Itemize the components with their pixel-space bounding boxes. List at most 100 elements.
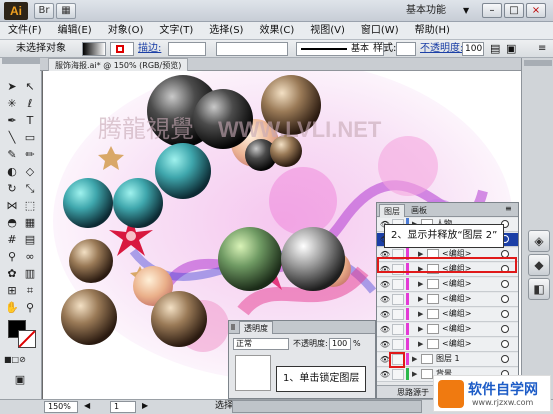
maximize-button[interactable]: □ <box>504 3 524 18</box>
color-mode-icon[interactable]: ■□⊘ <box>4 352 26 367</box>
tab-layers[interactable]: 图层 <box>379 204 405 217</box>
layers-panel-icon[interactable]: ◈ <box>528 230 550 252</box>
width-tool-icon[interactable]: ⋈ <box>4 198 20 213</box>
visibility-eye-icon[interactable]: 👁 <box>379 339 391 350</box>
artboard-number-field[interactable]: 1 <box>110 401 136 413</box>
expand-triangle-icon[interactable]: ▶ <box>418 323 426 335</box>
tab-artboards[interactable]: 画板 <box>407 204 431 217</box>
lock-toggle[interactable] <box>392 294 404 305</box>
document-tab[interactable]: 服饰海报.ai* @ 150% (RGB/预览) <box>48 58 189 71</box>
panel-menu-icon[interactable]: ≡ <box>538 41 546 57</box>
expand-triangle-icon[interactable]: ▶ <box>412 353 420 365</box>
menu-edit[interactable]: 编辑(E) <box>50 22 100 40</box>
blend-tool-icon[interactable]: ∞ <box>22 249 38 264</box>
column-graph-tool-icon[interactable]: ▥ <box>22 266 38 281</box>
layer-row[interactable]: 👁 ▶ <编组> <box>377 338 518 352</box>
lock-toggle[interactable] <box>392 369 404 380</box>
stroke-link[interactable]: 描边: <box>138 41 161 57</box>
transparency-opacity-field[interactable]: 100 <box>329 338 351 350</box>
expand-triangle-icon[interactable]: ▶ <box>412 368 420 380</box>
gradient-tool-icon[interactable]: ▤ <box>22 232 38 247</box>
paintbrush-tool-icon[interactable]: ✎ <box>4 147 20 162</box>
slice-tool-icon[interactable]: ⌗ <box>22 283 38 298</box>
blob-brush-tool-icon[interactable]: ◐ <box>4 164 20 179</box>
opacity-thumbnail[interactable] <box>235 355 271 391</box>
line-tool-icon[interactable]: ╲ <box>4 130 20 145</box>
selection-tool-icon[interactable]: ➤ <box>4 79 20 94</box>
visibility-eye-icon[interactable]: 👁 <box>379 309 391 320</box>
blend-mode-select[interactable]: 正常 <box>233 338 289 350</box>
layer-target-icon[interactable] <box>501 280 509 288</box>
direct-selection-tool-icon[interactable]: ↖ <box>22 79 38 94</box>
mesh-tool-icon[interactable]: # <box>4 232 20 247</box>
menu-select[interactable]: 选择(S) <box>201 22 251 40</box>
first-artboard-icon[interactable]: ◀ <box>84 401 90 410</box>
layer-target-icon[interactable] <box>501 340 509 348</box>
layer-row[interactable]: 👁 ▶ <编组> <box>377 293 518 307</box>
lock-toggle[interactable] <box>392 309 404 320</box>
visibility-eye-icon[interactable]: 👁 <box>379 279 391 290</box>
opacity-link[interactable]: 不透明度: <box>420 41 463 57</box>
menu-window[interactable]: 窗口(W) <box>353 22 407 40</box>
menu-view[interactable]: 视图(V) <box>302 22 353 40</box>
dock-grip[interactable] <box>524 60 552 66</box>
rotate-tool-icon[interactable]: ↻ <box>4 181 20 196</box>
pen-tool-icon[interactable]: ✒ <box>4 113 20 128</box>
visibility-eye-icon[interactable]: 👁 <box>379 324 391 335</box>
stroke-color-icon[interactable] <box>18 330 36 348</box>
stroke-weight-field[interactable] <box>168 42 206 56</box>
graphic-style-swatch[interactable] <box>396 42 416 56</box>
layer-target-icon[interactable] <box>501 355 509 363</box>
menu-file[interactable]: 文件(F) <box>0 22 50 40</box>
menu-help[interactable]: 帮助(H) <box>407 22 458 40</box>
layer-row[interactable]: 👁 ▶ <编组> <box>377 323 518 337</box>
menu-type[interactable]: 文字(T) <box>151 22 201 40</box>
expand-triangle-icon[interactable]: ▶ <box>418 338 426 350</box>
artboard-tool-icon[interactable]: ⊞ <box>4 283 20 298</box>
layer-target-icon[interactable] <box>501 325 509 333</box>
transform-icon[interactable]: ▣ <box>506 41 516 57</box>
horizontal-scrollbar[interactable] <box>232 400 422 413</box>
shape-builder-tool-icon[interactable]: ◓ <box>4 215 20 230</box>
artboards-panel-icon[interactable]: ◆ <box>528 254 550 276</box>
eraser-tool-icon[interactable]: ◇ <box>22 164 38 179</box>
tab-transparency[interactable]: 透明度 <box>239 321 273 334</box>
lock-toggle[interactable] <box>392 279 404 290</box>
expand-triangle-icon[interactable]: ▶ <box>418 308 426 320</box>
layer-row[interactable]: 👁 ▶ <编组> <box>377 308 518 322</box>
layer-row[interactable]: 👁 ▶ <编组> <box>377 278 518 292</box>
zoom-select[interactable]: 150% <box>44 401 78 413</box>
zoom-tool-icon[interactable]: ⚲ <box>22 300 38 315</box>
bridge-icon[interactable]: Br <box>34 3 54 19</box>
visibility-eye-icon[interactable]: 👁 <box>379 369 391 380</box>
type-tool-icon[interactable]: T <box>22 113 38 128</box>
visibility-eye-icon[interactable]: 👁 <box>379 294 391 305</box>
free-transform-tool-icon[interactable]: ⬚ <box>22 198 38 213</box>
hand-tool-icon[interactable]: ✋ <box>4 300 20 315</box>
workspace-dropdown-icon[interactable]: ▼ <box>463 6 469 15</box>
symbol-sprayer-tool-icon[interactable]: ✿ <box>4 266 20 281</box>
perspective-grid-tool-icon[interactable]: ▦ <box>22 215 38 230</box>
minimize-button[interactable]: – <box>482 3 502 18</box>
menu-effect[interactable]: 效果(C) <box>251 22 302 40</box>
pencil-tool-icon[interactable]: ✏ <box>22 147 38 162</box>
layers-panel-menu-icon[interactable]: ≡ <box>505 204 512 213</box>
arrange-docs-icon[interactable]: ▦ <box>56 3 76 19</box>
scale-tool-icon[interactable]: ⤡ <box>22 181 38 196</box>
brush-definition[interactable]: 基本 <box>296 42 384 56</box>
screen-mode-icon[interactable]: ▣ <box>12 372 28 387</box>
layer-target-icon[interactable] <box>501 295 509 303</box>
lock-toggle[interactable] <box>392 339 404 350</box>
variable-width-profile[interactable] <box>216 42 288 56</box>
links-panel-icon[interactable]: ◧ <box>528 278 550 300</box>
menu-object[interactable]: 对象(O) <box>100 22 152 40</box>
align-icon[interactable]: ▤ <box>490 41 500 57</box>
tools-panel-grip[interactable] <box>2 58 40 64</box>
next-artboard-icon[interactable]: ▶ <box>142 401 148 410</box>
fill-swatch[interactable] <box>82 42 106 56</box>
opacity-field[interactable]: 100 <box>462 42 484 56</box>
rectangle-tool-icon[interactable]: ▭ <box>22 130 38 145</box>
close-button[interactable]: × <box>526 3 546 18</box>
eyedropper-tool-icon[interactable]: ⚲ <box>4 249 20 264</box>
expand-triangle-icon[interactable]: ▶ <box>418 278 426 290</box>
